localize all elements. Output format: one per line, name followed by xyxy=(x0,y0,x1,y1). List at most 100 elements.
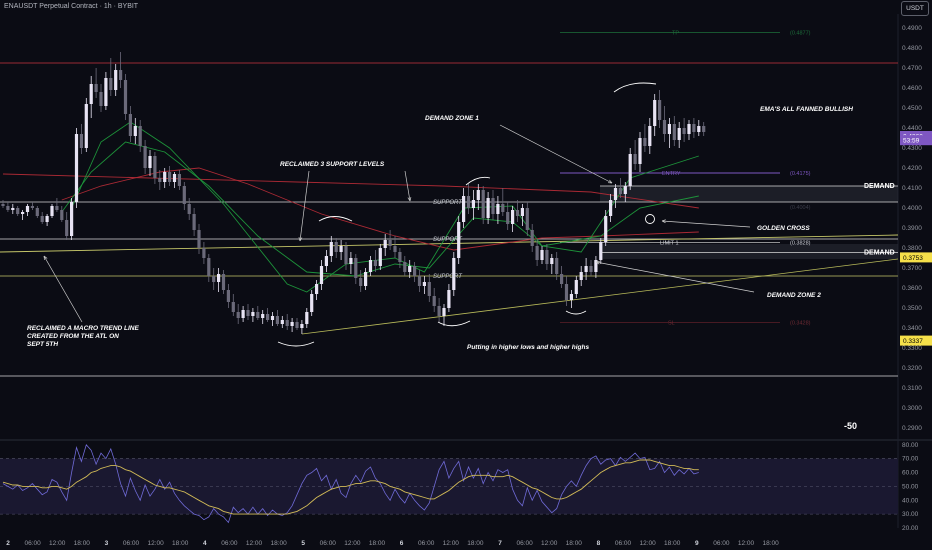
candle-body xyxy=(153,156,157,178)
price-tick-label: 0.4800 xyxy=(902,45,922,52)
price-tick-label: 0.3100 xyxy=(902,385,922,392)
price-axis-label-text: 0.3337 xyxy=(903,338,923,345)
candle-body xyxy=(261,314,265,318)
sl-label: SL xyxy=(668,320,675,326)
ema-line xyxy=(2,173,699,209)
candle-body xyxy=(574,280,578,294)
price-tick-label: 0.4300 xyxy=(902,145,922,152)
candle-body xyxy=(319,266,324,284)
macro-trend-arrow xyxy=(43,255,83,323)
support-label: SUPPORT xyxy=(433,274,463,280)
candle-body xyxy=(94,84,98,92)
rsi-tick-label: 80.00 xyxy=(902,442,919,449)
ema-line xyxy=(61,167,699,251)
candle-body xyxy=(618,188,622,194)
candle-body xyxy=(35,208,39,216)
time-tick-label: 12:00 xyxy=(246,540,263,547)
time-tick-label: 06:00 xyxy=(123,540,140,547)
candle-body xyxy=(432,296,436,306)
macro-trend-label: CREATED FROM THE ATL ON xyxy=(27,333,119,340)
candle-body xyxy=(290,322,294,326)
candle-body xyxy=(702,126,706,132)
limit-value: (0.3828) xyxy=(790,240,811,246)
macro-trend-label: SEPT 5TH xyxy=(27,341,58,348)
rsi-tick-label: 40.00 xyxy=(902,497,919,504)
candle-body xyxy=(540,250,544,260)
time-tick-label: 12:00 xyxy=(541,540,558,547)
price-tick-label: 0.3400 xyxy=(902,325,922,332)
candle-body xyxy=(74,134,79,202)
candle-body xyxy=(589,266,593,272)
swing-arrow xyxy=(613,82,657,93)
price-tick-label: 0.3600 xyxy=(902,285,922,292)
candle-body xyxy=(687,124,691,134)
rsi-tick-label: 20.00 xyxy=(902,525,919,532)
candle-body xyxy=(305,312,309,324)
candle-body xyxy=(530,230,534,246)
price-tick-label: 0.4100 xyxy=(902,185,922,192)
time-tick-label: 5 xyxy=(301,540,305,547)
candle-body xyxy=(560,274,564,284)
time-tick-label: 18:00 xyxy=(74,540,91,547)
tp-value: (0.4877) xyxy=(790,31,811,37)
candle-body xyxy=(109,78,113,90)
candle-body xyxy=(226,290,230,302)
price-tick-label: 0.2900 xyxy=(902,425,922,432)
rsi-tick-label: 70.00 xyxy=(902,456,919,463)
higher-lows-label: Putting in higher lows and higher highs xyxy=(467,344,589,351)
demand-zone-1-label: DEMAND ZONE 1 xyxy=(425,115,479,122)
time-tick-label: 06:00 xyxy=(516,540,533,547)
candle-body xyxy=(393,246,397,252)
candle-body xyxy=(236,312,240,318)
candle-body xyxy=(354,258,358,278)
ema-line xyxy=(71,121,699,293)
candle-body xyxy=(50,206,54,216)
reclaimed-supports-label: RECLAIMED 3 SUPPORT LEVELS xyxy=(280,161,385,168)
candle-body xyxy=(437,306,441,316)
candle-body xyxy=(70,202,74,236)
rsi-tick-label: 60.00 xyxy=(902,470,919,477)
candle-body xyxy=(643,138,647,146)
time-tick-label: 18:00 xyxy=(369,540,386,547)
tp-label: TP xyxy=(672,31,679,37)
limit-label: LIMIT 1 xyxy=(660,240,679,246)
candle-body xyxy=(270,316,275,320)
candle-body xyxy=(192,214,196,230)
time-tick-label: 12:00 xyxy=(344,540,361,547)
time-tick-label: 18:00 xyxy=(172,540,189,547)
candle-body xyxy=(427,282,431,296)
candle-body xyxy=(579,272,583,280)
candle-body xyxy=(339,246,343,252)
candle-body xyxy=(25,206,30,212)
time-tick-label: 06:00 xyxy=(418,540,435,547)
candle-body xyxy=(6,206,10,210)
candle-body xyxy=(658,100,662,120)
candle-body xyxy=(295,322,299,328)
time-tick-label: 2 xyxy=(6,540,10,547)
price-tick-label: 0.3700 xyxy=(902,265,922,272)
candle-body xyxy=(550,258,554,264)
entry-label: ENTRY xyxy=(662,171,681,177)
time-tick-label: 18:00 xyxy=(467,540,484,547)
candle-body xyxy=(667,124,671,134)
candle-body xyxy=(388,240,392,246)
candle-body xyxy=(466,196,471,208)
candle-body xyxy=(148,156,152,168)
candle-body xyxy=(672,124,676,140)
price-tick-label: 0.4000 xyxy=(902,205,922,212)
candle-body xyxy=(133,126,137,136)
candle-body xyxy=(300,324,304,328)
candle-body xyxy=(584,266,588,272)
candle-body xyxy=(628,154,632,186)
price-tick-label: 0.3300 xyxy=(902,345,922,352)
candle-body xyxy=(11,208,15,210)
candle-body xyxy=(383,240,387,248)
candle-body xyxy=(417,276,422,286)
candle-body xyxy=(413,266,417,276)
trading-chart[interactable]: 0.4900 0.4800 0.4700 0.4600 0.4500 0.4400 0.43… xyxy=(0,0,932,550)
candle-body xyxy=(344,246,348,264)
candle-body xyxy=(633,154,637,164)
price-tick-label: 0.3000 xyxy=(902,405,922,412)
candle-body xyxy=(349,258,353,264)
candle-body xyxy=(564,284,569,300)
